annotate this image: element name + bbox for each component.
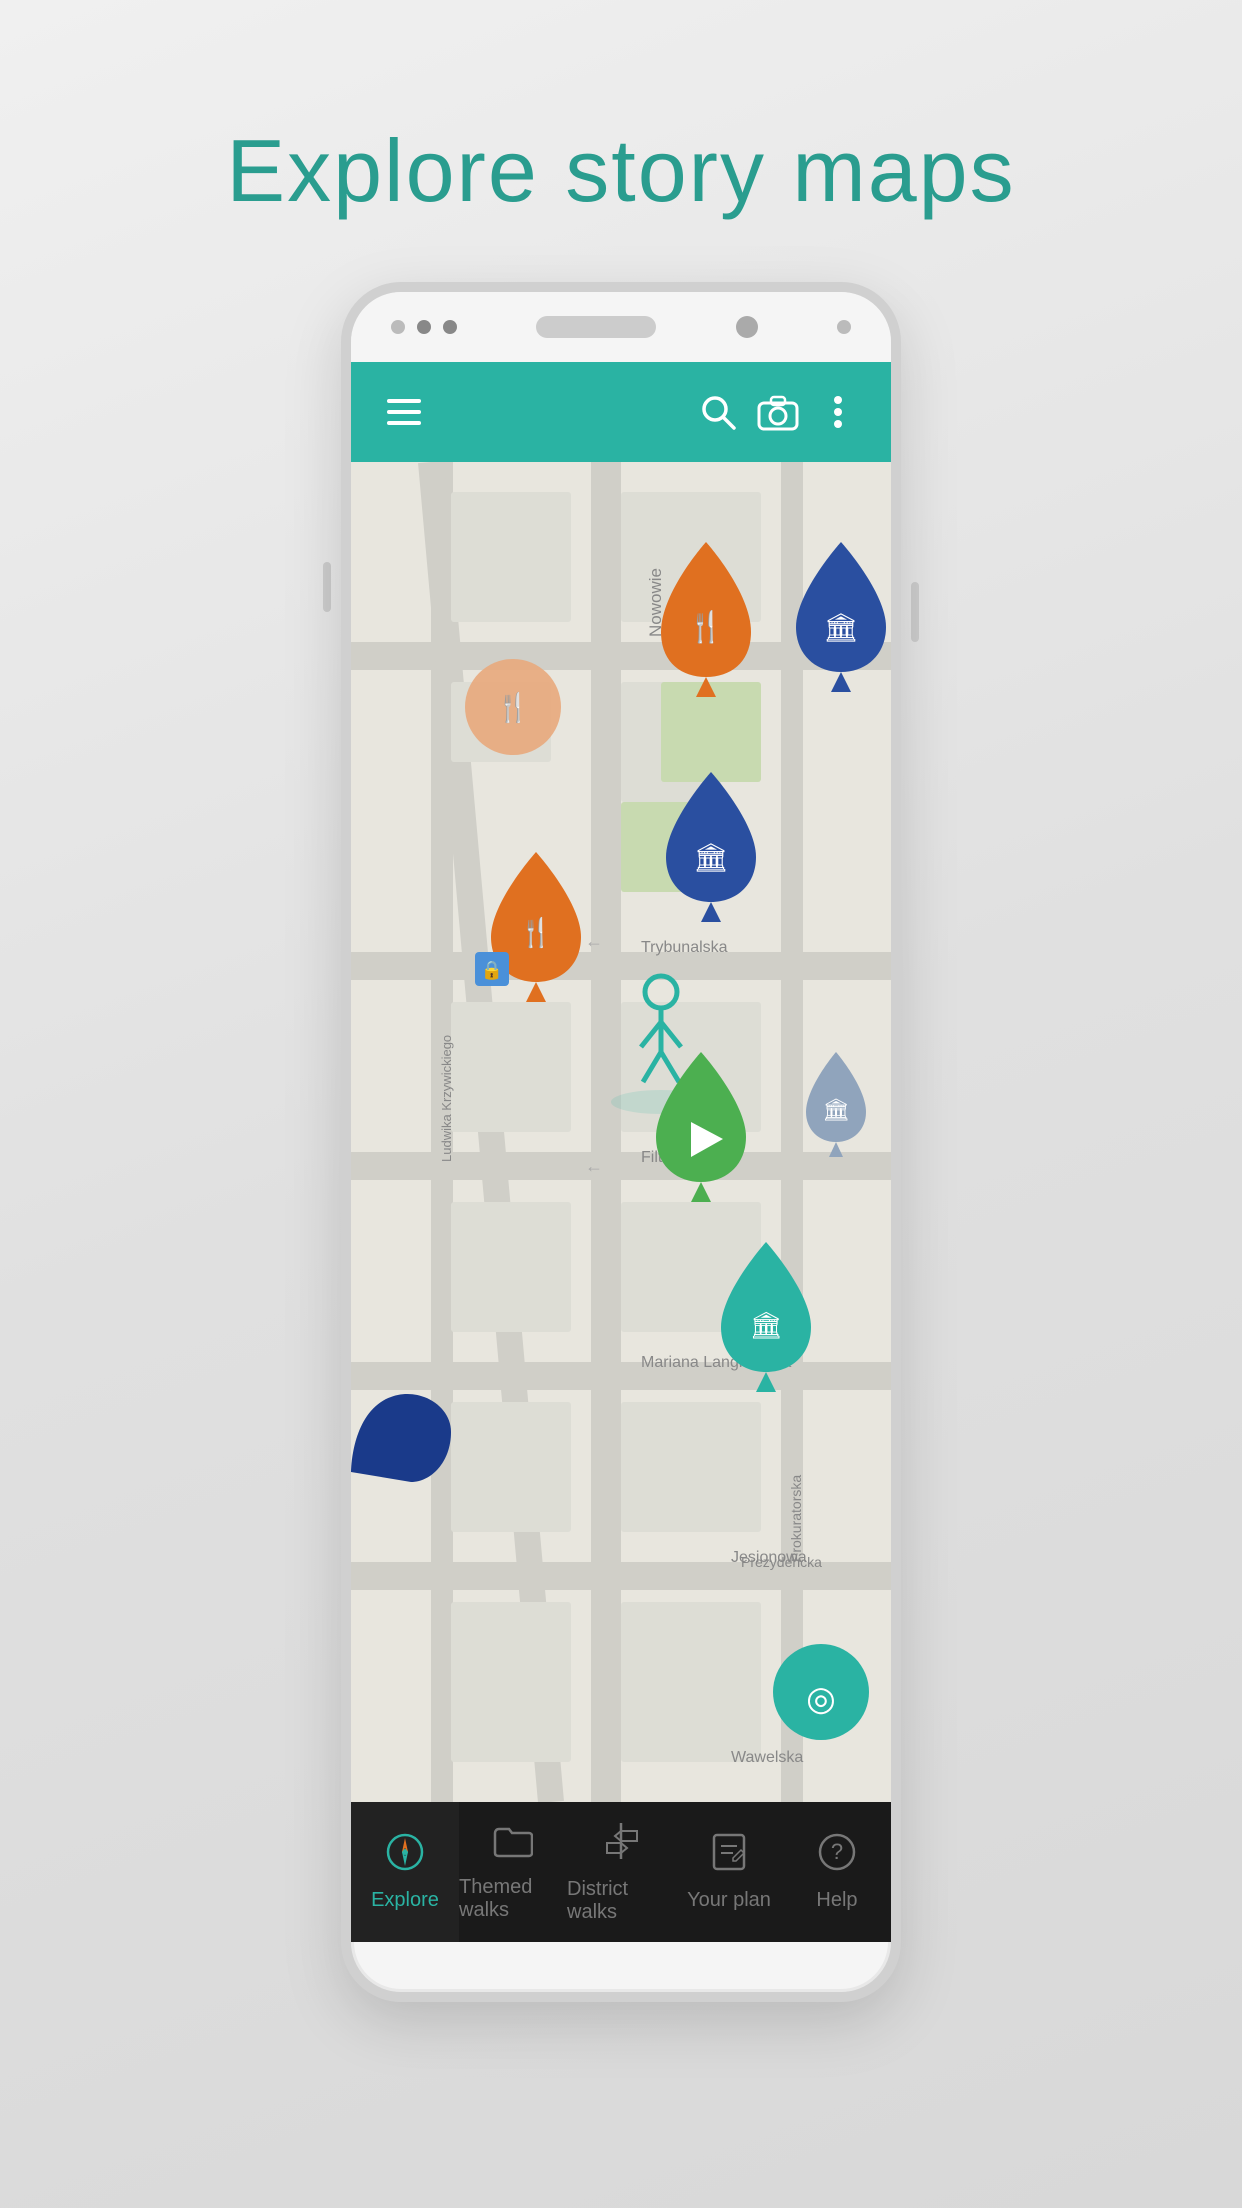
svg-text:←: ←	[585, 1156, 603, 1176]
tab-themed-walks[interactable]: Themed walks	[459, 1802, 567, 1942]
svg-text:←: ←	[585, 931, 603, 951]
svg-text:Trybunalska: Trybunalska	[641, 939, 728, 956]
tab-your-plan[interactable]: Your plan	[675, 1802, 783, 1942]
help-icon: ?	[817, 1832, 857, 1881]
svg-text:Prokuratorska: Prokuratorska	[788, 1475, 804, 1562]
hamburger-line-2	[387, 410, 421, 414]
dot-right	[837, 320, 851, 334]
svg-text:🍴: 🍴	[687, 609, 724, 645]
svg-text:Ludwika Krzywickiego: Ludwika Krzywickiego	[439, 1035, 454, 1162]
svg-text:🏛: 🏛	[822, 1097, 850, 1122]
svg-text:?: ?	[831, 1839, 843, 1864]
svg-text:🍴: 🍴	[496, 691, 531, 724]
map-view[interactable]: Nowowie Trybunalska Filtrowa Mariana Lan…	[351, 462, 891, 1802]
header-right-icons	[693, 387, 863, 437]
dot-2	[417, 320, 431, 334]
hamburger-line-1	[387, 399, 421, 403]
tab-help-label: Help	[816, 1889, 857, 1912]
phone-camera	[736, 316, 758, 338]
phone-mockup: Nowowie Trybunalska Filtrowa Mariana Lan…	[341, 282, 901, 2002]
tab-explore-label: Explore	[371, 1889, 439, 1912]
tab-district-walks-label: District walks	[567, 1878, 675, 1924]
signs-icon	[601, 1821, 641, 1870]
phone-frame: Nowowie Trybunalska Filtrowa Mariana Lan…	[341, 282, 901, 2002]
svg-text:🍴: 🍴	[519, 916, 554, 949]
app-header	[351, 362, 891, 462]
phone-speaker	[536, 316, 656, 338]
svg-text:🏛: 🏛	[823, 612, 859, 643]
menu-button[interactable]	[379, 387, 429, 437]
more-button[interactable]	[813, 387, 863, 437]
dot-1	[391, 320, 405, 334]
folder-icon	[493, 1823, 533, 1868]
tab-district-walks[interactable]: District walks	[567, 1802, 675, 1942]
volume-button	[323, 562, 331, 612]
tab-your-plan-label: Your plan	[687, 1889, 771, 1912]
hamburger-line-3	[387, 421, 421, 425]
power-button	[911, 582, 919, 642]
page-title: Explore story maps	[226, 120, 1015, 222]
bottom-tab-bar: Explore Themed walks D	[351, 1802, 891, 1942]
search-button[interactable]	[693, 387, 743, 437]
hamburger-icon	[387, 399, 421, 425]
svg-text:🔒: 🔒	[481, 960, 503, 980]
svg-text:Wawelska: Wawelska	[731, 1749, 803, 1766]
phone-dots	[391, 320, 457, 334]
svg-text:🏛: 🏛	[749, 1310, 782, 1340]
svg-text:Prezydencka: Prezydencka	[741, 1554, 822, 1570]
dot-3	[443, 320, 457, 334]
svg-text:◎: ◎	[806, 1680, 836, 1718]
camera-button[interactable]	[753, 387, 803, 437]
svg-text:🏛: 🏛	[693, 842, 729, 873]
plan-icon	[711, 1832, 747, 1881]
tab-help[interactable]: ? Help	[783, 1802, 891, 1942]
tab-themed-walks-label: Themed walks	[459, 1876, 567, 1922]
tab-explore[interactable]: Explore	[351, 1802, 459, 1942]
compass-icon	[385, 1832, 425, 1881]
phone-top-bar	[351, 292, 891, 362]
